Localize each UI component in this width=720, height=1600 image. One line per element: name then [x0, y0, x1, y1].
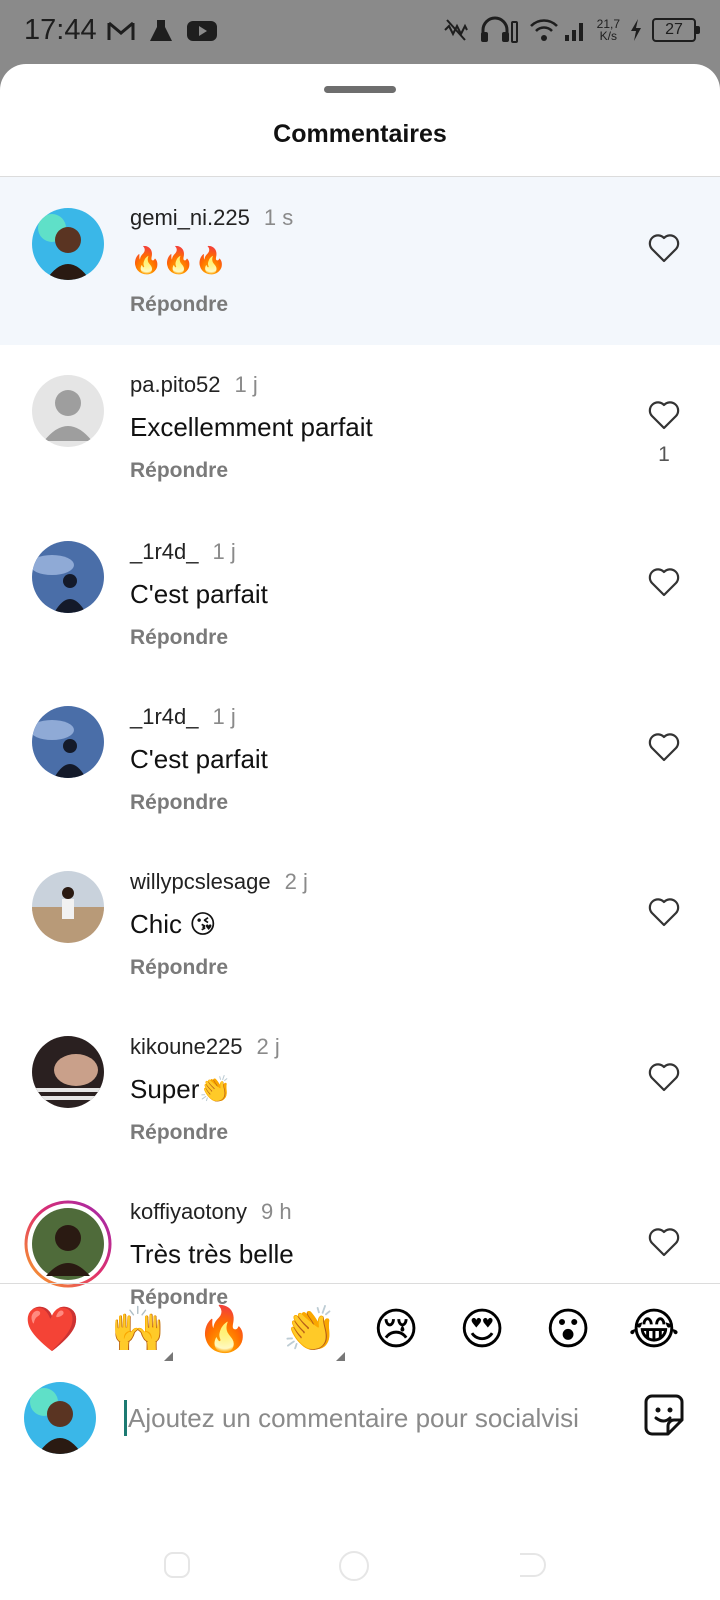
quick-reactions-bar: ❤️ 🙌 🔥 👏 😢 😍 😮 😂 — [0, 1286, 720, 1378]
divider — [0, 1283, 720, 1284]
comment-username[interactable]: gemi_ni.225 1 s — [130, 205, 293, 231]
reaction-laughing[interactable]: 😂 — [624, 1304, 684, 1356]
avatar[interactable] — [32, 871, 104, 943]
reply-button[interactable]: Répondre — [130, 1121, 228, 1145]
comment-item: kikoune225 2 j Super👏 Répondre — [0, 1017, 720, 1185]
comment-text: Chic 😘 — [130, 909, 217, 939]
avatar[interactable] — [32, 706, 104, 778]
comment-time: 9 h — [261, 1199, 292, 1224]
comment-input[interactable] — [124, 1394, 618, 1442]
skin-tone-indicator — [336, 1352, 345, 1361]
sticker-icon[interactable] — [640, 1392, 688, 1440]
skin-tone-indicator — [164, 1352, 173, 1361]
reply-button[interactable]: Répondre — [130, 459, 228, 483]
comment-time: 1 s — [263, 205, 294, 230]
vibrate-off-icon — [443, 19, 468, 41]
avatar[interactable] — [32, 208, 104, 280]
comment-time: 1 j — [212, 539, 236, 564]
username-text[interactable]: _1r4d_ — [130, 704, 199, 729]
username-text[interactable]: willypcslesage — [130, 869, 271, 894]
reaction-clapping[interactable]: 👏 — [280, 1304, 340, 1356]
username-text[interactable]: pa.pito52 — [130, 372, 221, 397]
comment-username[interactable]: willypcslesage 2 j — [130, 869, 308, 895]
reply-button[interactable]: Répondre — [130, 626, 228, 650]
avatar[interactable] — [32, 375, 104, 447]
username-text[interactable]: kikoune225 — [130, 1034, 243, 1059]
comment-time: 1 j — [212, 704, 236, 729]
network-speed-unit: K/s — [599, 29, 617, 43]
username-text[interactable]: _1r4d_ — [130, 539, 199, 564]
avatar[interactable] — [32, 541, 104, 613]
status-time: 17:44 — [24, 14, 97, 46]
headphones-icon — [480, 16, 518, 43]
reaction-fire[interactable]: 🔥 — [194, 1304, 254, 1356]
comment-item: _1r4d_ 1 j C'est parfait Répondre — [0, 681, 720, 849]
comments-sheet: Commentaires gemi_ni.225 1 s 🔥🔥🔥 Répondre… — [0, 64, 720, 1600]
status-bar: 17:44 21,7 K/s 27 — [0, 0, 720, 64]
status-left-icons — [106, 18, 218, 44]
status-right-icons: 21,7 K/s 27 — [443, 16, 700, 44]
comment-item: _1r4d_ 1 j C'est parfait Répondre — [0, 513, 720, 681]
home-button-icon[interactable] — [338, 1550, 370, 1582]
like-heart-icon[interactable] — [648, 400, 680, 430]
like-count: 1 — [658, 443, 670, 466]
charging-icon — [631, 19, 641, 41]
comment-username[interactable]: _1r4d_ 1 j — [130, 704, 236, 730]
like-heart-icon[interactable] — [648, 1062, 680, 1092]
lab-flask-icon — [150, 20, 172, 41]
comment-username[interactable]: kikoune225 2 j — [130, 1034, 280, 1060]
sheet-title: Commentaires — [273, 120, 447, 148]
wifi-signal-icon — [529, 19, 583, 41]
reaction-raising-hands[interactable]: 🙌 — [108, 1304, 168, 1356]
comment-username[interactable]: _1r4d_ 1 j — [130, 539, 236, 565]
battery-level: 27 — [652, 18, 700, 42]
like-heart-icon[interactable] — [648, 732, 680, 762]
avatar-story-ring[interactable] — [24, 1200, 112, 1288]
reaction-heart-eyes[interactable]: 😍 — [452, 1304, 512, 1356]
system-navigation-bar — [0, 1534, 720, 1600]
comment-text: Super👏 — [130, 1074, 232, 1104]
comment-composer — [0, 1382, 720, 1482]
text-caret — [124, 1400, 127, 1436]
comment-item: pa.pito52 1 j Excellemment parfait Répond… — [0, 345, 720, 513]
comment-text: 🔥🔥🔥 — [130, 245, 228, 275]
username-text[interactable]: koffiyaotony — [130, 1199, 247, 1224]
reply-button[interactable]: Répondre — [130, 791, 228, 815]
comment-item: willypcslesage 2 j Chic 😘 Répondre — [0, 849, 720, 1017]
like-heart-icon[interactable] — [648, 897, 680, 927]
current-user-avatar — [24, 1382, 96, 1454]
comment-username[interactable]: koffiyaotony 9 h — [130, 1199, 292, 1225]
drag-handle[interactable] — [324, 86, 396, 93]
like-heart-icon[interactable] — [648, 1227, 680, 1257]
like-heart-icon[interactable] — [648, 567, 680, 597]
reaction-heart[interactable]: ❤️ — [22, 1304, 82, 1356]
comment-time: 2 j — [284, 869, 308, 894]
reaction-crying[interactable]: 😢 — [366, 1304, 426, 1356]
reaction-surprised[interactable]: 😮 — [538, 1304, 598, 1356]
avatar[interactable] — [32, 1036, 104, 1108]
username-text[interactable]: gemi_ni.225 — [130, 205, 250, 230]
reply-button[interactable]: Répondre — [130, 956, 228, 980]
comment-text: C'est parfait — [130, 579, 268, 609]
recents-button-icon[interactable] — [162, 1550, 192, 1580]
gmail-icon — [107, 21, 135, 40]
comment-username[interactable]: pa.pito52 1 j — [130, 372, 258, 398]
youtube-icon — [187, 21, 217, 41]
comment-item: gemi_ni.225 1 s 🔥🔥🔥 Répondre — [0, 177, 720, 345]
like-heart-icon[interactable] — [648, 233, 680, 263]
comment-time: 1 j — [234, 372, 258, 397]
comment-text: Excellemment parfait — [130, 412, 373, 442]
back-button-icon[interactable] — [516, 1550, 546, 1580]
comment-time: 2 j — [256, 1034, 280, 1059]
reply-button[interactable]: Répondre — [130, 293, 228, 317]
comment-text: C'est parfait — [130, 744, 268, 774]
network-speed: 21,7 K/s — [597, 18, 620, 42]
comment-text: Très très belle — [130, 1239, 294, 1269]
comments-list[interactable]: gemi_ni.225 1 s 🔥🔥🔥 Répondre pa.pito52 1 j… — [0, 177, 720, 1373]
